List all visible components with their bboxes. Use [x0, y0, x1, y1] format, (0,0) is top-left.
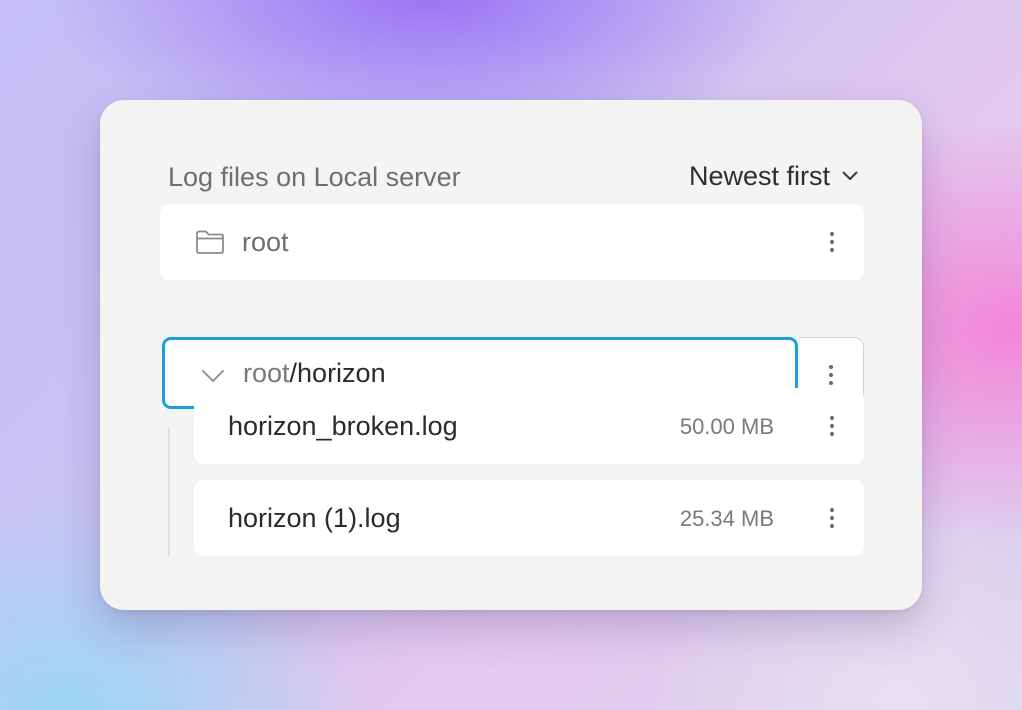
more-options-icon: [821, 360, 841, 390]
more-options-icon[interactable]: [822, 227, 842, 257]
chevron-down-icon: [202, 370, 224, 382]
file-row[interactable]: horizon (1).log 25.34 MB: [194, 480, 864, 556]
folder-path-label: root/horizon: [243, 358, 386, 389]
file-size: 50.00 MB: [679, 414, 774, 439]
folder-row-root[interactable]: root: [160, 204, 864, 280]
file-name: horizon (1).log: [228, 502, 401, 533]
folder-path-root: root: [243, 357, 290, 388]
folder-icon: [196, 230, 224, 254]
sort-dropdown-label: Newest first: [688, 160, 830, 191]
more-options-icon[interactable]: [822, 503, 842, 533]
file-row[interactable]: horizon_broken.log 50.00 MB: [194, 388, 864, 464]
sort-dropdown[interactable]: Newest first: [689, 158, 858, 194]
log-files-panel: Log files on Local server Newest first r…: [100, 100, 922, 610]
file-size: 25.34 MB: [679, 506, 774, 531]
log-files-list-container: Log files on Local server Newest first r…: [140, 140, 884, 570]
file-name: horizon_broken.log: [228, 410, 458, 441]
panel-title: Log files on Local server: [168, 162, 461, 192]
more-options-icon[interactable]: [822, 411, 842, 441]
folder-row-label: root: [242, 226, 289, 257]
folder-path-name: /horizon: [289, 357, 386, 388]
tree-indent-line: [168, 428, 170, 556]
chevron-down-icon: [842, 171, 858, 180]
